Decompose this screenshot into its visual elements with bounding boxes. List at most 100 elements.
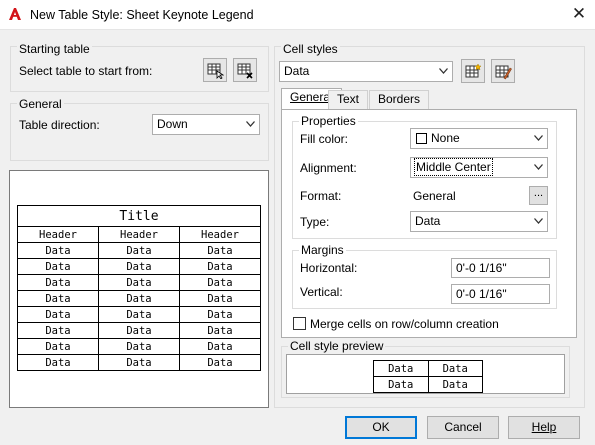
ok-button[interactable]: OK	[345, 416, 417, 439]
chevron-down-icon	[534, 135, 543, 141]
cell-style-value: Data	[284, 64, 310, 78]
preview-cell: Data	[17, 338, 99, 355]
preview-header: Header	[98, 226, 180, 243]
select-table-button[interactable]	[203, 58, 227, 82]
vertical-margin-label: Vertical:	[300, 285, 343, 299]
preview-cell: Data	[17, 242, 99, 259]
table-row: Data Data Data	[17, 242, 261, 259]
alignment-dropdown[interactable]: Middle Center	[410, 157, 548, 178]
format-browse-button[interactable]: ...	[529, 186, 548, 205]
chevron-down-icon	[534, 218, 543, 224]
new-cell-style-icon	[465, 63, 482, 78]
tab-text[interactable]: Text	[328, 90, 369, 109]
properties-label: Properties	[299, 114, 358, 128]
manage-cell-styles-button[interactable]	[491, 59, 515, 83]
table-row: Data Data Data	[17, 306, 261, 323]
chevron-down-icon	[246, 121, 255, 127]
preview-header: Header	[17, 226, 99, 243]
cell-style-dropdown[interactable]: Data	[279, 61, 453, 82]
type-value: Data	[415, 214, 441, 228]
format-value: General	[413, 189, 456, 203]
preview-cell: Data	[98, 242, 180, 259]
cell-style-preview: Data Data Data Data	[286, 354, 565, 394]
preview-cell: Data	[373, 360, 429, 377]
preview-cell: Data	[373, 376, 429, 393]
type-label: Type:	[300, 215, 330, 229]
table-row: Data Data Data	[17, 290, 261, 307]
preview-cell: Data	[179, 338, 261, 355]
preview-cell: Data	[98, 322, 180, 339]
table-style-preview: Title Header Header Header Data Data Data …	[9, 170, 269, 408]
manage-cell-styles-icon	[495, 65, 512, 80]
preview-cell: Data	[17, 354, 99, 371]
merge-cells-label: Merge cells on row/column creation	[310, 317, 499, 331]
alignment-label: Alignment:	[300, 161, 357, 175]
preview-cell: Data	[98, 274, 180, 291]
horizontal-margin-input[interactable]: 0'-0 1/16"	[451, 258, 550, 278]
remove-table-button[interactable]	[233, 58, 257, 82]
help-button[interactable]: Help	[508, 416, 580, 439]
cell-styles-label: Cell styles	[281, 42, 340, 56]
horizontal-margin-label: Horizontal:	[300, 261, 358, 275]
cell-preview-table: Data Data Data Data	[373, 360, 483, 393]
preview-cell: Data	[179, 242, 261, 259]
margins-label: Margins	[299, 243, 346, 257]
help-button-label: Help	[531, 420, 557, 434]
preview-cell: Data	[17, 306, 99, 323]
remove-table-icon	[237, 63, 253, 79]
starting-table-label: Starting table	[17, 42, 92, 56]
preview-cell: Data	[17, 258, 99, 275]
table-row: Data Data Data	[17, 274, 261, 291]
fill-color-label: Fill color:	[300, 132, 349, 146]
table-direction-label: Table direction:	[19, 118, 100, 132]
color-swatch	[416, 133, 427, 144]
preview-cell: Data	[427, 376, 483, 393]
preview-cell: Data	[179, 322, 261, 339]
preview-cell: Data	[179, 354, 261, 371]
title-bar: New Table Style: Sheet Keynote Legend ✕	[0, 0, 595, 30]
fill-color-dropdown[interactable]: None	[410, 128, 548, 149]
new-cell-style-button[interactable]	[461, 59, 485, 83]
preview-cell: Data	[98, 306, 180, 323]
preview-title: Title	[17, 205, 261, 227]
preview-table: Title Header Header Header Data Data Data …	[17, 205, 261, 371]
horizontal-margin-value: 0'-0 1/16"	[456, 261, 507, 275]
table-direction-dropdown[interactable]: Down	[152, 114, 260, 135]
tab-borders-label: Borders	[378, 92, 421, 106]
format-label: Format:	[300, 189, 342, 203]
preview-cell: Data	[17, 322, 99, 339]
preview-cell: Data	[427, 360, 483, 377]
table-row: Data Data	[373, 376, 483, 393]
tab-borders[interactable]: Borders	[369, 90, 430, 109]
tab-text-label: Text	[337, 92, 360, 106]
vertical-margin-value: 0'-0 1/16"	[456, 287, 507, 301]
table-row: Data Data Data	[17, 338, 261, 355]
cell-style-preview-label: Cell style preview	[288, 339, 386, 353]
preview-cell: Data	[179, 290, 261, 307]
fill-color-value: None	[431, 131, 460, 145]
preview-cell: Data	[179, 306, 261, 323]
preview-header: Header	[179, 226, 261, 243]
vertical-margin-input[interactable]: 0'-0 1/16"	[451, 284, 550, 304]
preview-cell: Data	[17, 274, 99, 291]
preview-cell: Data	[98, 258, 180, 275]
general-label: General	[17, 97, 64, 111]
window-title: New Table Style: Sheet Keynote Legend	[30, 8, 254, 22]
table-direction-value: Down	[157, 117, 188, 131]
cell-style-tabs: General Text Borders	[281, 88, 577, 109]
cancel-button[interactable]: Cancel	[427, 416, 499, 439]
type-dropdown[interactable]: Data	[410, 211, 548, 232]
preview-cell: Data	[179, 258, 261, 275]
preview-cell: Data	[98, 338, 180, 355]
autocad-a-icon	[9, 8, 21, 20]
table-row: Data Data Data	[17, 322, 261, 339]
merge-cells-checkbox[interactable]	[293, 317, 306, 330]
alignment-value: Middle Center	[414, 158, 493, 176]
close-icon[interactable]: ✕	[569, 4, 589, 24]
table-row: Data Data Data	[17, 258, 261, 275]
chevron-down-icon	[439, 68, 448, 74]
preview-cell: Data	[98, 290, 180, 307]
table-row: Data Data	[373, 360, 483, 377]
table-row: Data Data Data	[17, 354, 261, 371]
tab-general-label: General	[290, 90, 333, 104]
